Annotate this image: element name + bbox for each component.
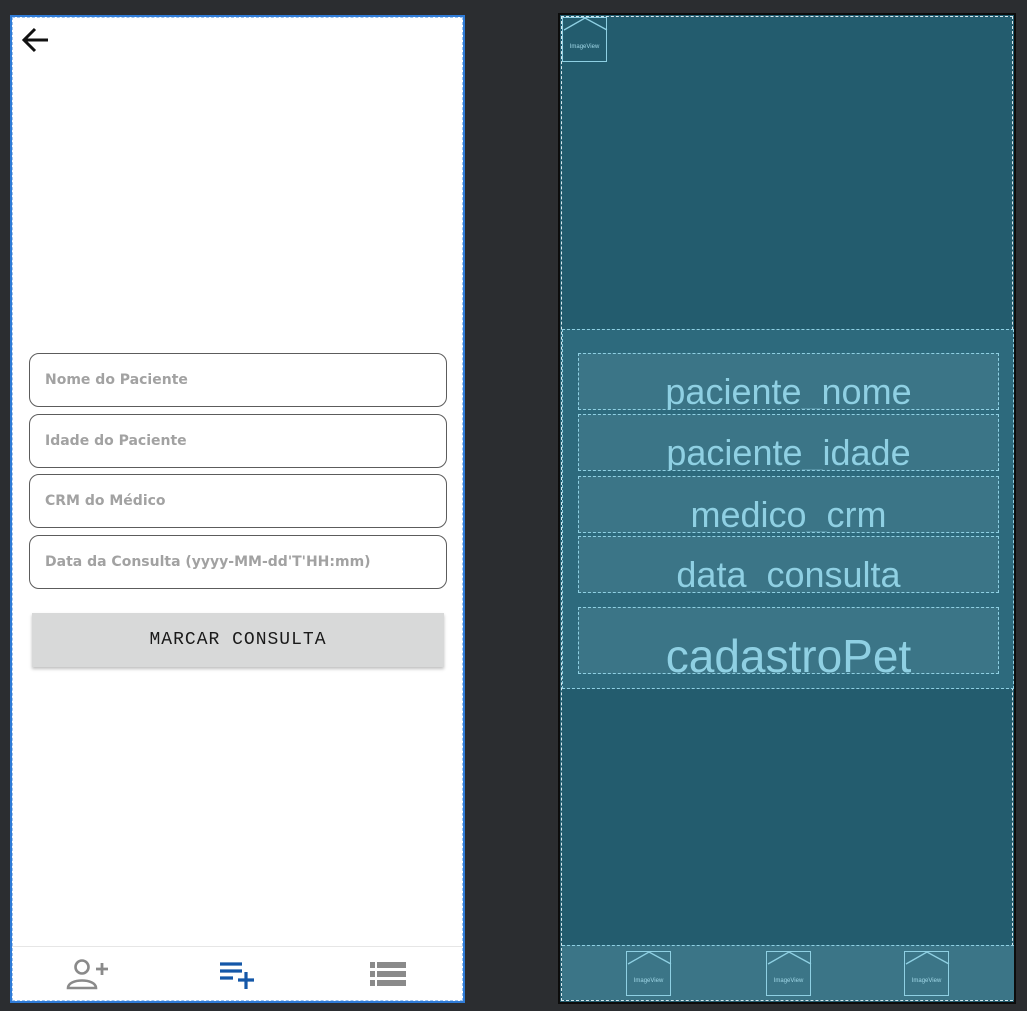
- nav-item-schedule[interactable]: [207, 954, 267, 994]
- bottom-navigation: [12, 946, 463, 1001]
- design-preview: MARCAR CONSULTA: [10, 15, 465, 1003]
- blueprint-bottom-nav: ImageView ImageView ImageView: [562, 945, 1014, 1000]
- blueprint-field-appointment-date[interactable]: data_consulta: [578, 536, 999, 593]
- playlist-add-icon: [220, 962, 255, 989]
- arrow-left-icon: [21, 27, 48, 53]
- appointment-date-field[interactable]: [29, 535, 447, 589]
- image-placeholder-icon: [563, 18, 608, 31]
- nav-item-list[interactable]: [358, 954, 418, 994]
- back-button[interactable]: [18, 25, 52, 55]
- schedule-appointment-button[interactable]: MARCAR CONSULTA: [32, 613, 444, 667]
- patient-age-field[interactable]: [29, 414, 447, 468]
- blueprint-nav-imageview-2[interactable]: ImageView: [766, 951, 812, 996]
- blueprint-nav-imageview-3[interactable]: ImageView: [904, 951, 950, 996]
- blueprint-nav-imageview-1[interactable]: ImageView: [626, 951, 672, 996]
- imageview-label: ImageView: [569, 44, 600, 50]
- image-placeholder-icon: [767, 952, 812, 965]
- imageview-label: ImageView: [633, 978, 664, 984]
- patient-name-field[interactable]: [29, 353, 447, 407]
- imageview-label: ImageView: [773, 978, 804, 984]
- blueprint-field-patient-name[interactable]: paciente_nome: [578, 353, 999, 410]
- blueprint-field-patient-age[interactable]: paciente_idade: [578, 414, 999, 471]
- doctor-crm-field[interactable]: [29, 474, 447, 528]
- blueprint-back-imageview[interactable]: ImageView: [562, 17, 608, 62]
- imageview-label: ImageView: [911, 978, 942, 984]
- blueprint-preview: ImageView paciente_nome paciente_idade m…: [558, 13, 1016, 1004]
- blueprint-field-doctor-crm[interactable]: medico_crm: [578, 476, 999, 533]
- blueprint-button-submit[interactable]: cadastroPet: [578, 607, 999, 674]
- list-icon: [369, 962, 406, 986]
- image-placeholder-icon: [627, 952, 672, 965]
- image-placeholder-icon: [905, 952, 950, 965]
- nav-item-add-patient[interactable]: [57, 954, 117, 994]
- person-add-icon: [66, 959, 109, 990]
